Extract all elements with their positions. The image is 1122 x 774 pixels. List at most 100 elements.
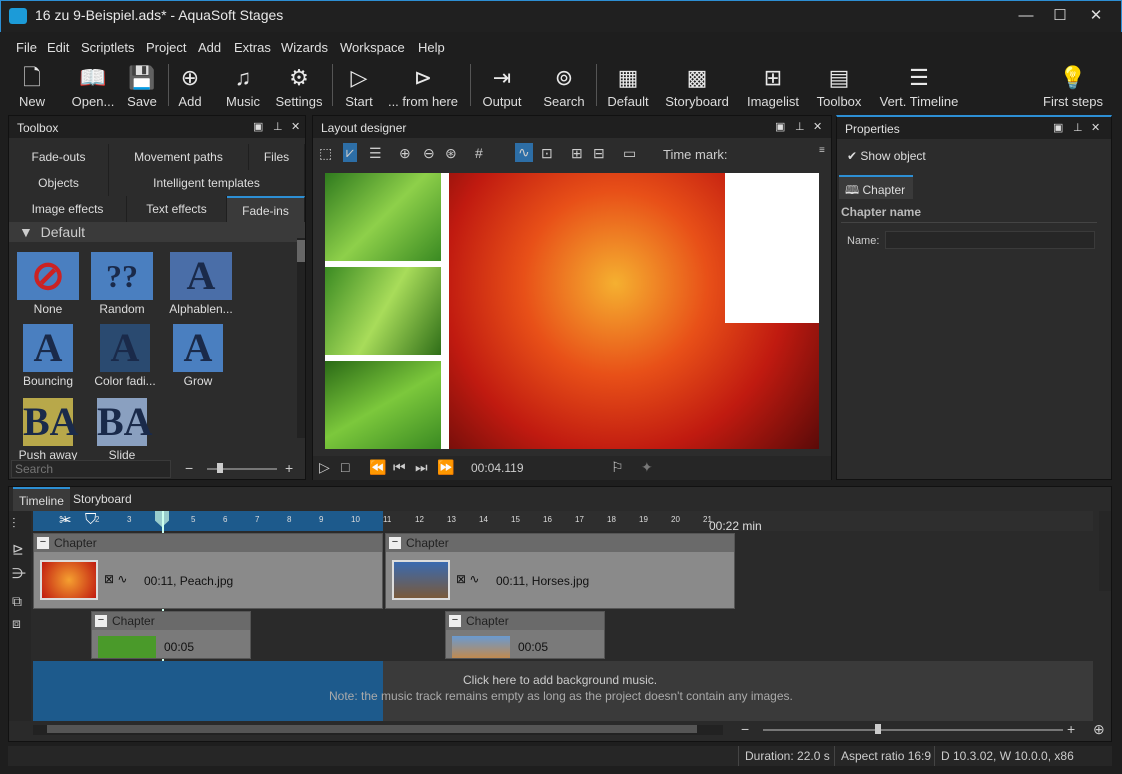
tab-objects[interactable]: Objects [9, 170, 109, 196]
time-ruler[interactable]: 123456789101112131415161718192021 00:22 … [33, 511, 1093, 533]
zoom-out-icon[interactable]: ⊖ [423, 145, 435, 162]
pin-icon[interactable]: ⊥ [1073, 121, 1083, 134]
timeline-vscroll[interactable] [1099, 511, 1111, 591]
show-object-checkbox[interactable]: ✔ Show object [847, 149, 926, 163]
effects-icon[interactable]: ✦ [641, 459, 653, 476]
menu-workspace[interactable]: Workspace [340, 40, 405, 55]
search-button[interactable]: ⊚ Search [542, 58, 586, 112]
rewind-icon[interactable]: ⏪ [369, 459, 386, 476]
collapse-icon[interactable]: − [449, 615, 461, 627]
grid-icon[interactable]: # [475, 145, 483, 161]
scissors-icon[interactable]: ✂ [59, 511, 72, 529]
tab-fade-outs[interactable]: Fade-outs [9, 144, 109, 170]
motion-path-icon[interactable]: ∿ [515, 143, 533, 162]
music-track[interactable]: Click here to add background music. Note… [33, 661, 1093, 721]
camera-icon[interactable]: ⊡ [541, 145, 553, 162]
subclip-desert[interactable]: − Chapter 00:05 [445, 611, 605, 659]
save-button[interactable]: 💾 Save [122, 58, 162, 112]
menu-extras[interactable]: Extras [234, 40, 271, 55]
tab-movement-paths[interactable]: Movement paths [109, 144, 249, 170]
clip-peach[interactable]: − Chapter ⊠ ∿ 00:11, Peach.jpg [33, 533, 383, 609]
tab-chapter[interactable]: 🕮 Chapter [839, 175, 913, 199]
music-button[interactable]: ♫ Music [222, 58, 264, 112]
fade-item-none[interactable]: ⊘ None [15, 252, 81, 316]
panel-menu-icon[interactable]: ▣ [1053, 121, 1063, 134]
menu-wizards[interactable]: Wizards [281, 40, 328, 55]
ripple-icon[interactable]: ⋺ [12, 565, 26, 582]
vertical-timeline-button[interactable]: ☰ Vert. Timeline [876, 58, 962, 112]
fade-item-slide[interactable]: BA Slide [89, 398, 155, 462]
zoom-out-icon[interactable]: − [741, 721, 749, 737]
select-tool-icon[interactable]: ⬚ [319, 145, 332, 162]
tab-text-effects[interactable]: Text effects [127, 196, 227, 222]
fade-item-bouncing[interactable]: A Bouncing [15, 324, 81, 388]
fade-item-random[interactable]: ?? Random [89, 252, 155, 316]
subclip-grass[interactable]: − Chapter 00:05 [91, 611, 251, 659]
start-button[interactable]: ▷ Start [340, 58, 378, 112]
zoom-out-icon[interactable]: − [185, 460, 193, 476]
menu-edit[interactable]: Edit [47, 40, 69, 55]
zoom-fit-icon[interactable]: ⊕ [1093, 721, 1105, 738]
menu-help[interactable]: Help [418, 40, 445, 55]
tab-image-effects[interactable]: Image effects [9, 196, 127, 222]
pin-icon[interactable]: ⊥ [273, 120, 283, 133]
screen-icon[interactable]: ▭ [623, 145, 636, 162]
zoom-fit-icon[interactable]: ⊛ [445, 145, 457, 162]
zoom-in-icon[interactable]: ⊕ [399, 145, 411, 162]
preview-canvas[interactable] [325, 173, 819, 449]
pin-icon[interactable]: ⊥ [795, 120, 805, 133]
open-button[interactable]: 📖 Open... [68, 58, 118, 112]
menu-add[interactable]: Add [198, 40, 221, 55]
close-icon[interactable]: ✕ [1091, 121, 1100, 134]
previous-icon[interactable]: ⏮ [393, 459, 406, 476]
close-icon[interactable]: ✕ [291, 120, 300, 133]
group-icon[interactable]: ⧉ [12, 593, 22, 610]
fade-item-alphablend[interactable]: A Alphablen... [165, 252, 237, 316]
tab-files[interactable]: Files [249, 144, 305, 170]
new-button[interactable]: 🗋 New [10, 58, 54, 112]
tab-timeline[interactable]: Timeline [13, 487, 70, 511]
fade-item-grow[interactable]: A Grow [165, 324, 231, 388]
time-marker-icon[interactable]: ⚐ [611, 459, 624, 476]
menu-scriptlets[interactable]: Scriptlets [81, 40, 134, 55]
zoom-in-icon[interactable]: + [1067, 721, 1075, 737]
maximize-button[interactable]: ☐ [1045, 5, 1075, 27]
close-icon[interactable]: ✕ [813, 120, 822, 133]
imagelist-button[interactable]: ⊞ Imagelist [744, 58, 802, 112]
clip-horses[interactable]: − Chapter ⊠ ∿ 00:11, Horses.jpg [385, 533, 735, 609]
remove-box-icon[interactable]: ⊟ [593, 145, 605, 162]
ungroup-icon[interactable]: ⧈ [12, 615, 21, 632]
settings-button[interactable]: ⚙ Settings [274, 58, 324, 112]
collapse-icon[interactable]: − [389, 537, 401, 549]
play-icon[interactable]: ▷ [319, 459, 330, 476]
safe-area-icon[interactable]: ☰ [369, 145, 382, 162]
toolbox-search-input[interactable] [11, 460, 171, 478]
timeline-hscroll[interactable] [33, 725, 723, 735]
storyboard-layout-button[interactable]: ▩ Storyboard [662, 58, 732, 112]
minimize-button[interactable]: — [1011, 5, 1041, 27]
fade-item-push-away[interactable]: BA Push away [15, 398, 81, 462]
fade-item-color-fading[interactable]: A Color fadi... [89, 324, 161, 388]
split-icon[interactable]: ⫶ [12, 515, 16, 532]
collapse-icon[interactable]: − [95, 615, 107, 627]
panel-menu-icon[interactable]: ▣ [253, 120, 263, 133]
overflow-icon[interactable]: ≡ [819, 145, 825, 156]
tab-fade-ins[interactable]: Fade-ins [227, 196, 305, 222]
tab-intelligent-templates[interactable]: Intelligent templates [109, 170, 305, 196]
stop-icon[interactable]: □ [341, 459, 349, 475]
menu-file[interactable]: File [16, 40, 37, 55]
effect-icon[interactable]: ⊠ ∿ [456, 572, 479, 586]
collapse-icon[interactable]: − [37, 537, 49, 549]
group-header[interactable]: ▼ Default [9, 222, 305, 242]
effect-icon[interactable]: ⊠ ∿ [104, 572, 127, 586]
next-icon[interactable]: ⏭ [415, 459, 428, 476]
close-button[interactable]: ✕ [1081, 5, 1111, 27]
timeline-zoom-slider[interactable] [763, 724, 1063, 734]
play-from-here-button[interactable]: ⊳... from here [386, 58, 460, 112]
first-steps-button[interactable]: 💡 First steps [1040, 58, 1106, 112]
marker-icon[interactable]: ⛉ [85, 511, 96, 528]
zoom-in-icon[interactable]: + [285, 460, 293, 476]
chapter-name-field[interactable] [885, 231, 1095, 249]
panel-menu-icon[interactable]: ▣ [775, 120, 785, 133]
align-icon[interactable]: ⊵ [12, 541, 24, 558]
